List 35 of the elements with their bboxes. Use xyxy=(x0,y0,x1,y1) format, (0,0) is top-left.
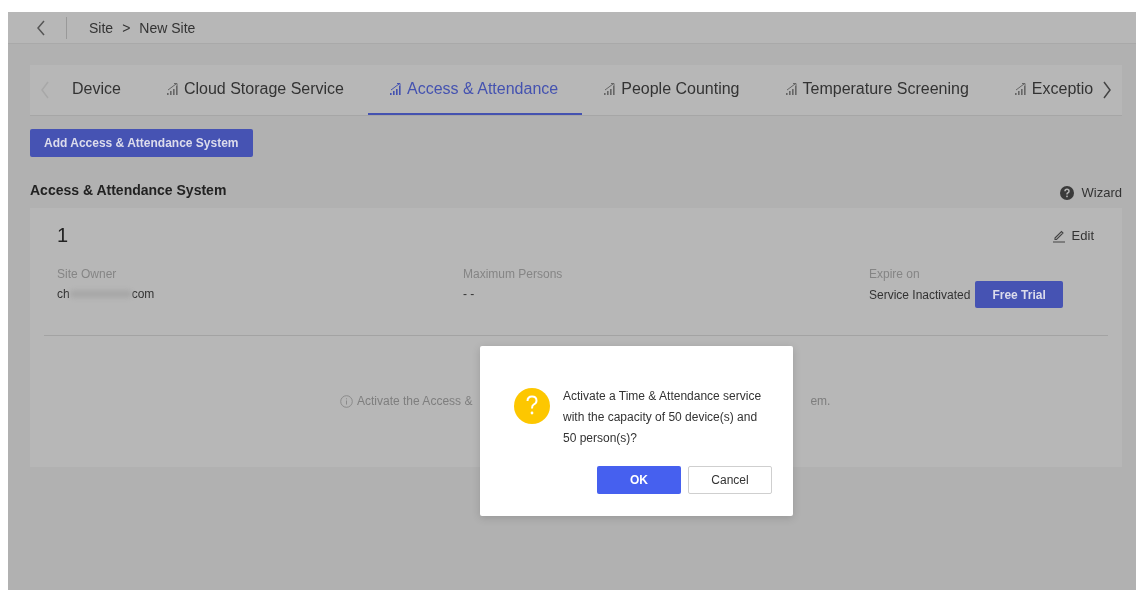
email-text-start: ch xyxy=(57,287,70,301)
tab[interactable]: Cloud Storage Service xyxy=(144,65,368,115)
breadcrumb-link[interactable]: Site xyxy=(89,19,114,36)
signal-chart-icon xyxy=(1014,82,1028,96)
tab[interactable]: Exceptio xyxy=(992,65,1102,115)
question-icon xyxy=(514,388,550,424)
field-value: Service Inactivated xyxy=(869,287,971,302)
tab[interactable]: People Counting xyxy=(582,65,764,115)
signal-chart-icon xyxy=(785,82,799,96)
pencil-icon[interactable] xyxy=(1051,228,1066,243)
dialog-message: Activate a Time & Attendance service with the capacity of 50 device(s) and 50 person(s)? xyxy=(563,388,763,447)
edit-link[interactable]: Edit xyxy=(1071,228,1094,243)
signal-chart-icon xyxy=(390,82,403,96)
hint-text: Activate the Access & xyxy=(357,394,473,408)
free-trial-button[interactable]: Free Trial xyxy=(975,281,1063,308)
ok-button[interactable]: OK xyxy=(597,466,681,494)
field-value: - - xyxy=(463,287,476,301)
add-system-button[interactable]: Add Access & Attendance System xyxy=(30,129,253,157)
system-number: 1 xyxy=(57,224,69,247)
email-text-end: com xyxy=(131,287,155,301)
hint-text: em. xyxy=(810,394,831,408)
scroll-right-icon[interactable] xyxy=(1102,81,1112,99)
signal-chart-icon xyxy=(166,82,180,96)
section-title: Access & Attendance System xyxy=(30,181,227,198)
breadcrumb-current: New Site xyxy=(139,19,196,36)
breadcrumb-separator: > xyxy=(122,19,131,36)
tab[interactable]: Temperature Screening xyxy=(763,65,993,115)
back-icon[interactable] xyxy=(36,19,46,36)
tab[interactable]: Device xyxy=(50,65,145,115)
info-icon xyxy=(340,394,353,408)
help-icon[interactable] xyxy=(1059,185,1074,200)
cancel-button[interactable]: Cancel xyxy=(688,466,772,494)
tab[interactable]: Access & Attendance xyxy=(368,65,583,115)
signal-chart-icon xyxy=(604,82,618,96)
wizard-link[interactable]: Wizard xyxy=(1081,185,1122,200)
